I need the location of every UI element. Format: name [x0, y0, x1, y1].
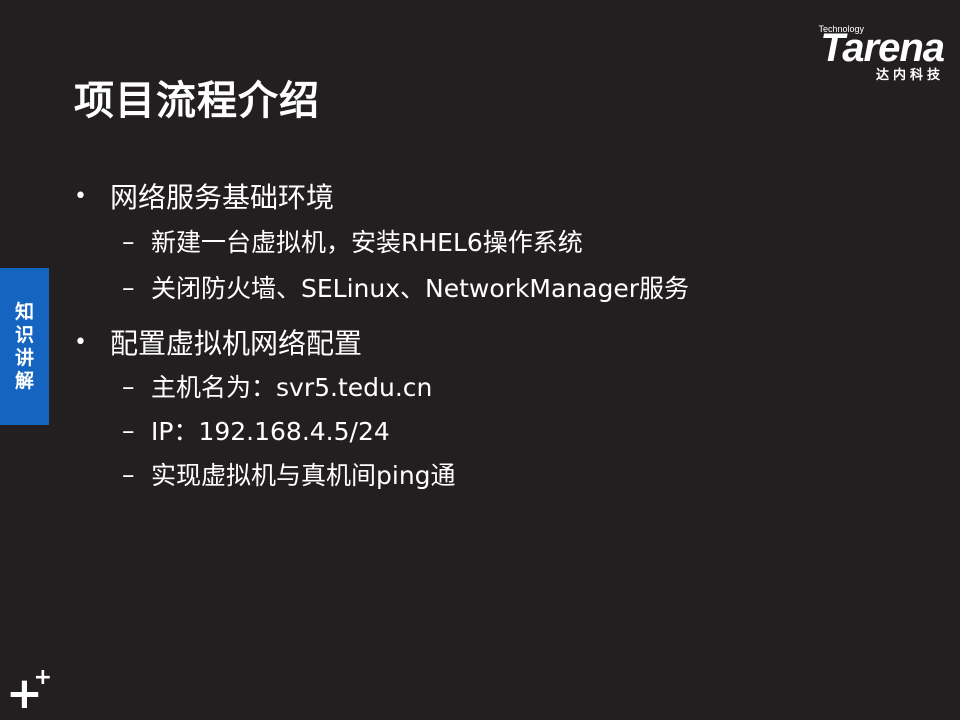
plus-logo-icon: + +	[6, 665, 52, 716]
side-tab-char: 识	[14, 323, 34, 346]
bullet-icon: •	[74, 183, 87, 209]
dash-icon: –	[122, 272, 135, 302]
sub-item-create-vm: – 新建一台虚拟机，安装RHEL6操作系统	[74, 218, 934, 264]
sub-item-text: IP：192.168.4.5/24	[151, 417, 390, 446]
slide-title: 项目流程介绍	[74, 78, 320, 124]
bullet-item-vm-network: • 配置虚拟机网络配置	[74, 320, 934, 364]
logo-chinese-text: 达内科技	[875, 68, 944, 83]
side-tab-char: 解	[14, 369, 34, 392]
sub-item-disable-services: – 关闭防火墙、SELinux、NetworkManager服务	[74, 264, 934, 310]
sub-item-text: 新建一台虚拟机，安装RHEL6操作系统	[151, 228, 583, 257]
bullet-item-network-base: • 网络服务基础环境	[74, 174, 934, 218]
side-tab-char: 知	[14, 300, 34, 323]
plus-small-icon: +	[33, 665, 52, 690]
sub-item-text: 关闭防火墙、SELinux、NetworkManager服务	[151, 274, 689, 303]
sub-item-text: 主机名为：svr5.tedu.cn	[151, 373, 433, 402]
knowledge-explanation-tab: 知 识 讲 解	[0, 268, 49, 425]
dash-icon: –	[122, 415, 135, 445]
bullet-icon: •	[74, 329, 87, 355]
bullet-text: 配置虚拟机网络配置	[110, 327, 363, 360]
dash-icon: –	[122, 459, 135, 489]
bullet-text: 网络服务基础环境	[110, 181, 335, 214]
sub-item-ip: – IP：192.168.4.5/24	[74, 408, 934, 452]
tarena-logo: Technology Tarena 达内科技	[774, 22, 945, 84]
side-tab-char: 讲	[14, 346, 34, 369]
dash-icon: –	[122, 226, 135, 256]
sub-item-ping: – 实现虚拟机与真机间ping通	[74, 452, 934, 496]
sub-item-text: 实现虚拟机与真机间ping通	[151, 461, 456, 490]
dash-icon: –	[122, 371, 135, 401]
sub-item-hostname: – 主机名为：svr5.tedu.cn	[74, 364, 934, 408]
slide-content: • 网络服务基础环境 – 新建一台虚拟机，安装RHEL6操作系统 – 关闭防火墙…	[74, 174, 934, 496]
